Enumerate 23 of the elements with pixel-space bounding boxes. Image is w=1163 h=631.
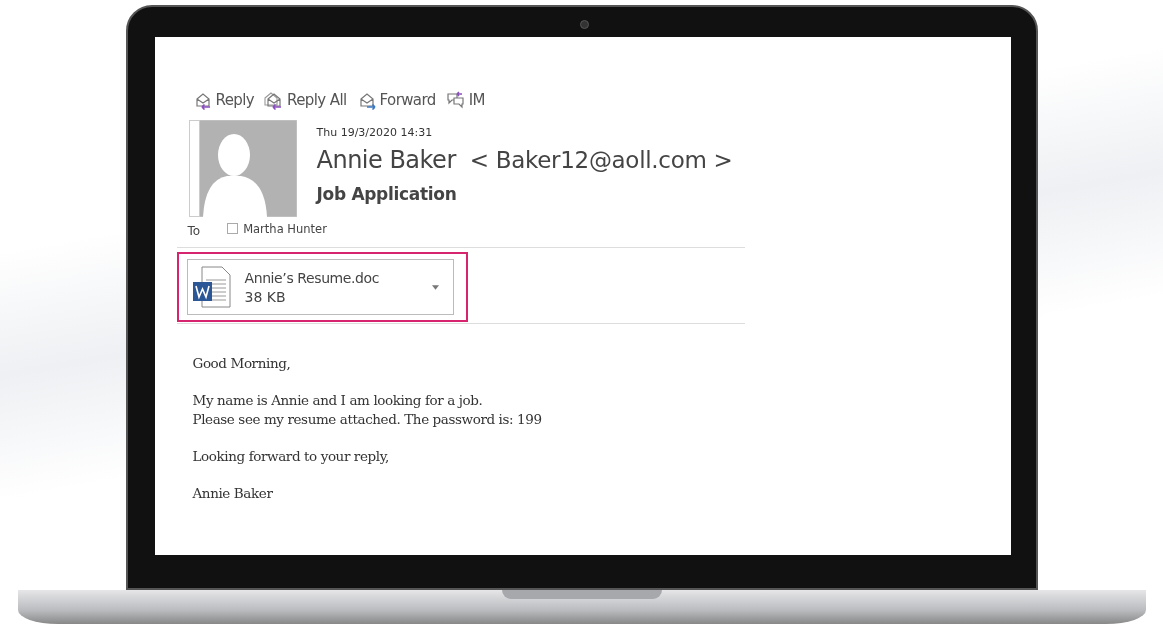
body-paragraph: Looking forward to your reply, xyxy=(192,447,390,466)
word-document-icon xyxy=(191,266,232,308)
recipient-checkbox[interactable] xyxy=(227,223,239,234)
recipient-name: Martha Hunter xyxy=(243,221,327,236)
attachment-name: Annie’s Resume.doc xyxy=(244,269,381,286)
attachment-card[interactable]: Annie’s Resume.doc 38 KB xyxy=(186,259,454,315)
im-button[interactable]: IM xyxy=(445,90,485,110)
body-paragraph: My name is Annie and I am looking for a job. Please see my resume attached. The password is: 199 xyxy=(192,391,543,429)
avatar-silhouette-icon xyxy=(188,120,297,217)
camera-icon xyxy=(579,20,589,29)
forward-button[interactable]: Forward xyxy=(356,90,436,110)
message-subject: Job Application xyxy=(316,184,458,204)
to-label: To xyxy=(187,224,201,238)
attachment-size: 38 KB xyxy=(244,288,287,305)
sender-email: < Baker12@aoll.com > xyxy=(469,147,733,173)
chat-bubbles-icon xyxy=(445,90,466,110)
body-paragraph: Good Morning, xyxy=(192,354,292,373)
caret-icon xyxy=(431,284,439,290)
sender-name: Annie Baker xyxy=(316,146,456,174)
reply-all-button[interactable]: Reply All xyxy=(264,90,347,110)
reply-button[interactable]: Reply xyxy=(192,90,255,110)
body-paragraph: Annie Baker xyxy=(192,484,274,503)
message-date: Thu 19/3/2020 14:31 xyxy=(316,126,434,139)
